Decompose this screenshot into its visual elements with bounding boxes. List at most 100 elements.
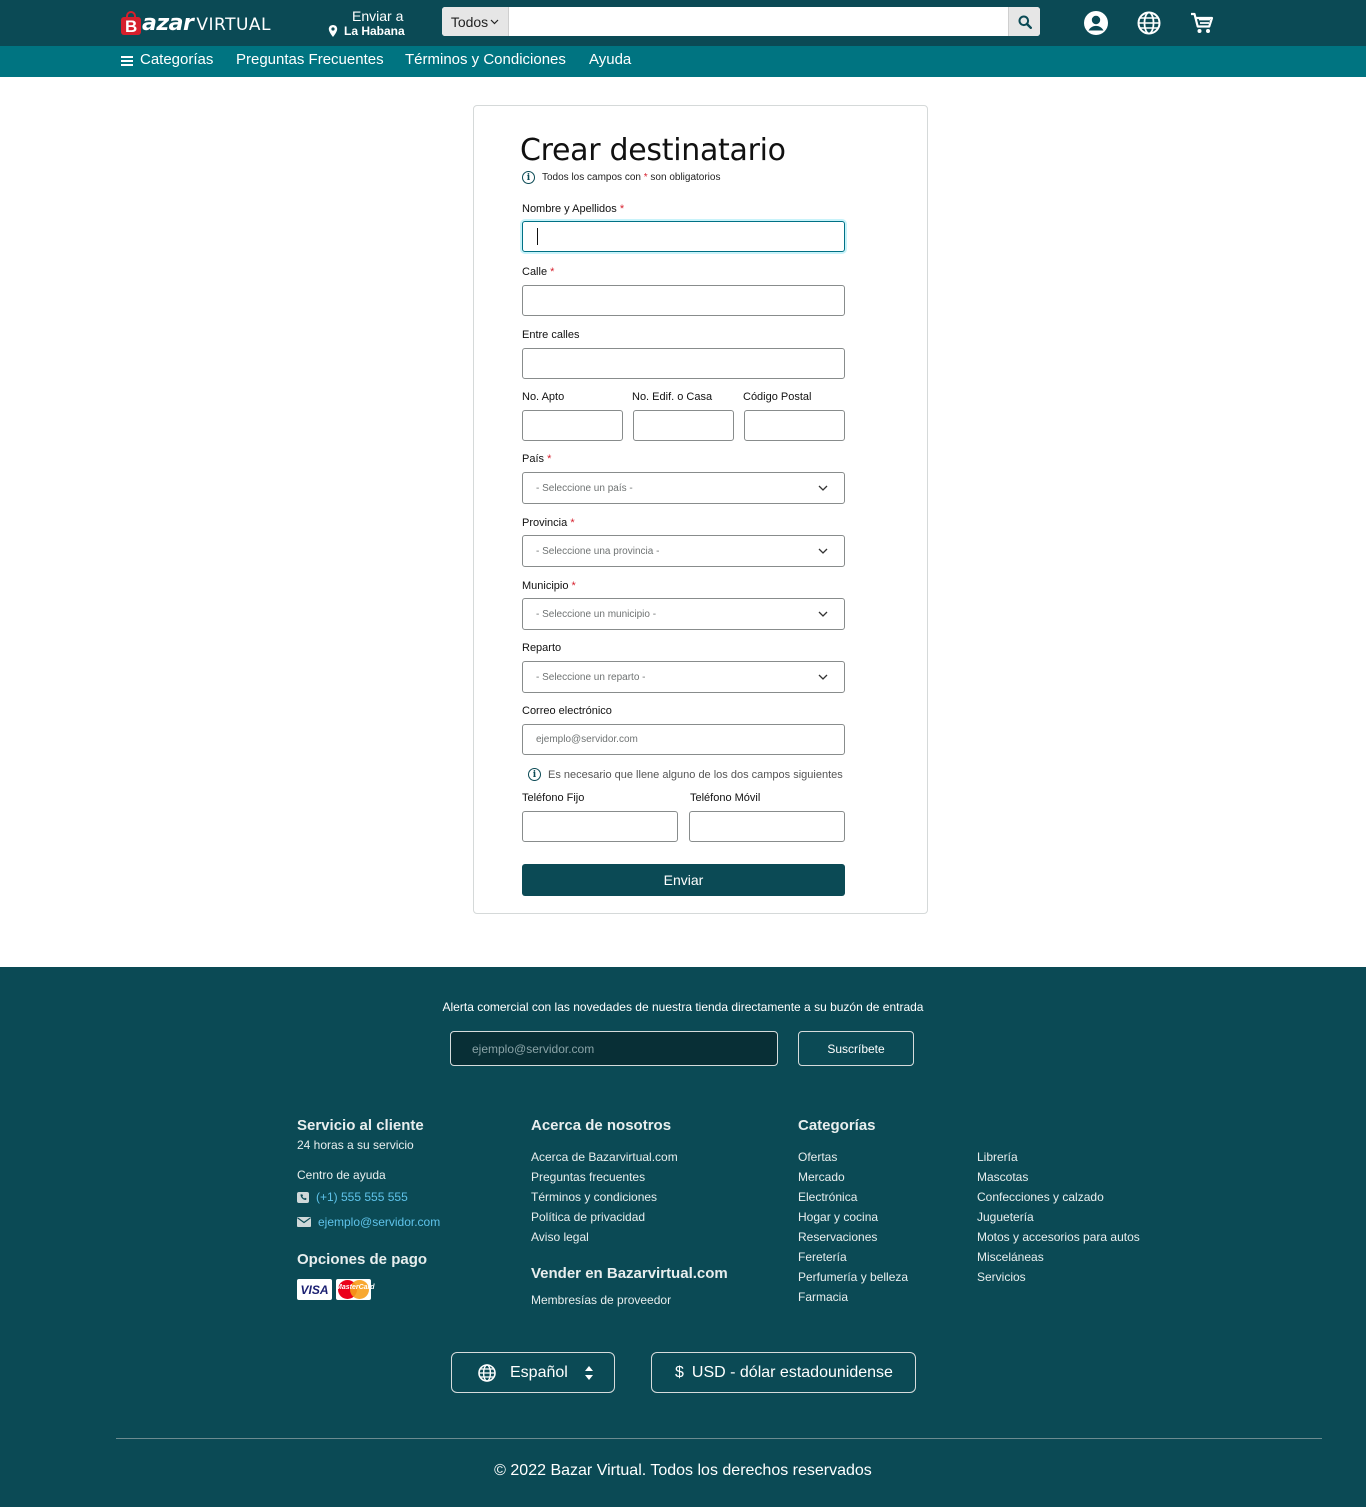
category-link[interactable]: Farmacia xyxy=(798,1290,848,1304)
category-link[interactable]: Librería xyxy=(977,1150,1018,1164)
name-field[interactable] xyxy=(522,221,845,252)
info-icon: i xyxy=(522,171,535,184)
nav-item-help[interactable]: Ayuda xyxy=(589,51,631,68)
category-link[interactable]: Confecciones y calzado xyxy=(977,1190,1104,1204)
newsletter-email-placeholder: ejemplo@servidor.com xyxy=(472,1041,595,1056)
privacy-link[interactable]: Política de privacidad xyxy=(531,1210,645,1224)
legal-link[interactable]: Aviso legal xyxy=(531,1230,589,1244)
chevron-down-icon xyxy=(818,611,828,617)
email-link[interactable]: ejemplo@servidor.com xyxy=(297,1215,440,1229)
logo-light: VIRTUAL xyxy=(196,14,272,35)
search-icon xyxy=(1018,15,1032,29)
email-field[interactable]: ejemplo@servidor.com xyxy=(522,724,845,755)
phone-link[interactable]: (+1) 555 555 555 xyxy=(297,1190,408,1204)
newsletter-alert: Alerta comercial con las novedades de nu… xyxy=(442,1000,924,1014)
email-address: ejemplo@servidor.com xyxy=(318,1215,441,1229)
terms-link[interactable]: Términos y condiciones xyxy=(531,1190,657,1204)
landline-field[interactable] xyxy=(522,811,678,842)
globe-icon[interactable] xyxy=(1136,10,1162,36)
province-select[interactable]: - Seleccione una provincia - xyxy=(522,535,845,567)
account-icon[interactable] xyxy=(1083,10,1109,36)
sort-icon xyxy=(584,1365,593,1380)
logo-bold: azar xyxy=(142,10,194,36)
chevron-down-icon xyxy=(818,485,828,491)
category-link[interactable]: Servicios xyxy=(977,1270,1026,1284)
category-link[interactable]: Ofertas xyxy=(798,1150,837,1164)
between-streets-label: Entre calles xyxy=(522,329,580,341)
deliver-label: Enviar a xyxy=(352,8,404,24)
globe-icon xyxy=(478,1363,496,1382)
newsletter-email-input[interactable]: ejemplo@servidor.com xyxy=(450,1031,778,1066)
dollar-icon: $ xyxy=(675,1363,684,1381)
category-link[interactable]: Mercado xyxy=(798,1170,845,1184)
submit-button[interactable]: Enviar xyxy=(522,864,845,896)
deliver-to[interactable]: Enviar a La Habana xyxy=(328,8,405,39)
apt-label: No. Apto xyxy=(522,391,565,403)
mobile-field[interactable] xyxy=(689,811,845,842)
location-pin-icon xyxy=(328,25,338,37)
category-link[interactable]: Reservaciones xyxy=(798,1230,877,1244)
category-link[interactable]: Motos y accesorios para autos xyxy=(977,1230,1140,1244)
cart-icon[interactable] xyxy=(1189,10,1215,36)
logo[interactable]: B azar VIRTUAL xyxy=(121,8,271,38)
postal-code-field[interactable] xyxy=(744,410,845,441)
deliver-location: La Habana xyxy=(344,24,405,38)
search-button[interactable] xyxy=(1008,7,1040,36)
payment-heading: Opciones de pago xyxy=(297,1251,428,1268)
category-link[interactable]: Mascotas xyxy=(977,1170,1028,1184)
between-streets-field[interactable] xyxy=(522,348,845,379)
about-link[interactable]: Acerca de Bazarvirtual.com xyxy=(531,1150,678,1164)
category-link[interactable]: Feretería xyxy=(798,1250,847,1264)
required-note: i Todos los campos con * son obligatorio… xyxy=(522,171,720,184)
page-title: Crear destinatario xyxy=(520,133,786,168)
logo-letter: B xyxy=(125,17,138,36)
category-link[interactable]: Hogar y cocina xyxy=(798,1210,878,1224)
district-select-value: - Seleccione un reparto - xyxy=(536,671,646,683)
visa-logo: VISA xyxy=(297,1279,332,1300)
categories-heading: Categorías xyxy=(798,1117,876,1134)
chevron-down-icon xyxy=(490,19,499,24)
municipality-select[interactable]: - Seleccione un municipio - xyxy=(522,598,845,630)
currency-selector[interactable]: $ USD - dólar estadounidense xyxy=(651,1352,916,1393)
province-select-value: - Seleccione una provincia - xyxy=(536,545,660,557)
landline-label: Teléfono Fijo xyxy=(522,792,585,804)
category-link[interactable]: Misceláneas xyxy=(977,1250,1044,1264)
street-field[interactable] xyxy=(522,285,845,316)
category-link[interactable]: Perfumería y belleza xyxy=(798,1270,908,1284)
country-select-value: - Seleccione un país - xyxy=(536,482,633,494)
apt-field[interactable] xyxy=(522,410,623,441)
search-bar: Todos xyxy=(442,7,1040,36)
search-input[interactable] xyxy=(509,7,1008,36)
required-note-text: Todos los campos con xyxy=(542,172,641,183)
subscribe-button[interactable]: Suscríbete xyxy=(798,1031,914,1066)
nav-item-terms[interactable]: Términos y Condiciones xyxy=(405,51,566,68)
nav-item-categories[interactable]: Categorías xyxy=(140,51,213,68)
search-category-select[interactable]: Todos xyxy=(442,7,509,36)
category-link[interactable]: Juguetería xyxy=(977,1210,1034,1224)
menu-icon[interactable] xyxy=(121,56,133,66)
district-select[interactable]: - Seleccione un reparto - xyxy=(522,661,845,693)
phone-number: (+1) 555 555 555 xyxy=(316,1190,408,1204)
phones-note-text: Es necesario que llene alguno de los dos… xyxy=(548,768,843,781)
building-field[interactable] xyxy=(633,410,734,441)
nav-bar: Categorías Preguntas Frecuentes Términos… xyxy=(0,46,1366,77)
phone-icon xyxy=(297,1191,309,1203)
top-header: B azar VIRTUAL Enviar a La Habana Todos xyxy=(0,0,1366,46)
province-label: Provincia * xyxy=(522,517,575,529)
faq-link[interactable]: Preguntas frecuentes xyxy=(531,1170,645,1184)
postal-code-label: Código Postal xyxy=(743,391,812,403)
building-label: No. Edif. o Casa xyxy=(632,391,713,403)
nav-item-faq[interactable]: Preguntas Frecuentes xyxy=(236,51,384,68)
name-label: Nombre y Apellidos * xyxy=(522,203,625,215)
service-subtitle: 24 horas a su servicio xyxy=(297,1138,414,1152)
country-select[interactable]: - Seleccione un país - xyxy=(522,472,845,504)
chevron-down-icon xyxy=(818,674,828,680)
language-label: Español xyxy=(510,1363,568,1381)
text-cursor xyxy=(537,228,538,245)
language-selector[interactable]: Español xyxy=(451,1352,615,1393)
category-link[interactable]: Electrónica xyxy=(798,1190,857,1204)
required-note-text-end: son obligatorios xyxy=(650,172,721,183)
currency-label: USD - dólar estadounidense xyxy=(691,1363,893,1381)
email-label: Correo electrónico xyxy=(522,705,612,717)
vendor-membership-link[interactable]: Membresías de proveedor xyxy=(531,1293,671,1307)
